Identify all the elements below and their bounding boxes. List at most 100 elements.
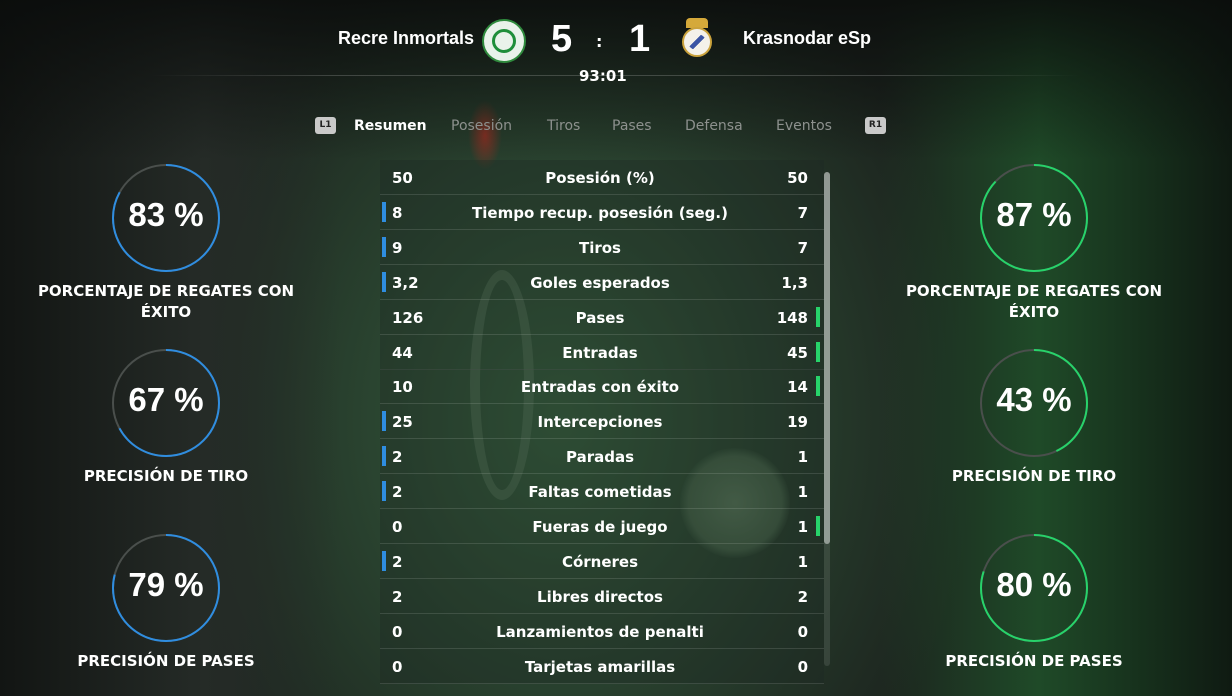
scoreboard-header: Recre Inmortals 5 : 1 Krasnodar eSp 93:0… [0,0,1232,100]
stat-home-value: 0 [392,622,403,641]
away-team-name: Krasnodar eSp [743,28,872,48]
stat-label: Paradas [565,448,635,467]
tab-posesion[interactable]: Posesión [451,118,512,134]
stat-away-value: 19 [787,413,808,432]
stat-away-value: 0 [797,657,808,676]
home-gauge-label: PRECISIÓN DE PASES [77,652,255,670]
stat-row: 0 Fueras de juego 1 [380,509,824,544]
tab-pases[interactable]: Pases [612,118,652,134]
stat-label: Fueras de juego [532,518,668,536]
tab-defensa[interactable]: Defensa [685,118,743,134]
stat-away-value: 1,3 [781,273,808,292]
stat-row: 2 Libres directos 2 [380,578,824,614]
stat-home-value: 9 [392,238,403,257]
stat-label: Tiempo recup. posesión (seg.) [472,203,728,222]
stat-away-value: 7 [797,203,808,222]
away-leader-marker [816,516,820,536]
stat-home-value: 8 [392,203,403,222]
stat-label: Posesión (%) [545,169,655,187]
home-leader-marker [382,411,386,432]
stat-row: 25 Intercepciones 19 [380,404,824,440]
away-leader-marker [816,341,820,362]
tab-resumen[interactable]: Resumen [354,118,427,134]
home-gauge-value: 79 % [128,566,204,603]
home-gauge-label: PRECISIÓN DE TIRO [83,467,249,485]
stat-away-value: 45 [787,343,808,362]
stat-row: 0 Lanzamientos de penalti 0 [380,613,824,649]
stat-label: Córneres [561,552,639,571]
home-leader-marker [382,201,386,222]
home-gauge-label: PORCENTAJE DE REGATES CON ÉXITO [37,282,295,321]
away-gauge-value: 80 % [996,566,1072,603]
stat-row: 2 Faltas cometidas 1 [380,474,824,510]
home-gauge: 79 % [111,533,221,643]
stat-row: 44 Entradas 45 [380,334,824,370]
stat-row: 2 Paradas 1 [380,439,824,475]
away-gauge-value: 87 % [996,196,1072,233]
stat-row: 9 Tiros 7 [380,229,824,265]
score-separator: : [596,32,603,51]
stat-away-value: 0 [797,622,808,641]
away-leader-marker [816,376,820,397]
away-gauge-label: PORCENTAJE DE REGATES CON ÉXITO [905,282,1163,321]
away-gauge-value: 43 % [996,381,1072,418]
stat-label: Lanzamientos de penalti [496,622,704,641]
stat-home-value: 44 [392,343,413,362]
stat-row: 2 Córneres 1 [380,543,824,579]
stat-away-value: 50 [787,169,808,187]
stat-label: Faltas cometidas [528,483,672,502]
stat-row: 8 Tiempo recup. posesión (seg.) 7 [380,194,824,230]
stat-home-value: 25 [392,413,413,432]
stat-row: 10 Entradas con éxito 14 [380,369,824,405]
celtic-crest-icon [482,19,526,63]
stat-label: Tarjetas amarillas [524,657,676,676]
stat-row: 50 Posesión (%) 50 [380,160,824,195]
stat-label: Pases [575,308,625,327]
home-leader-marker [382,481,386,502]
stat-home-value: 2 [392,552,403,571]
real-madrid-crest-icon [680,18,714,64]
stats-scrollbar-thumb[interactable] [824,172,830,544]
l1-button-hint-icon[interactable]: L1 [315,117,336,134]
stat-home-value: 10 [392,378,413,397]
away-leader-marker [816,306,820,327]
stat-home-value: 2 [392,483,403,502]
away-gauge: 80 % [979,533,1089,643]
stat-label: Entradas con éxito [520,378,680,397]
home-score: 5 [551,18,573,60]
away-gauge-label: PRECISIÓN DE TIRO [951,467,1117,485]
r1-button-hint-icon[interactable]: R1 [865,117,886,134]
stat-home-value: 0 [392,518,403,536]
stat-label: Goles esperados [530,273,670,292]
tab-tiros[interactable]: Tiros [547,118,580,134]
home-leader-marker [382,550,386,571]
away-gauge: 43 % [979,348,1089,458]
home-leader-marker [382,271,386,292]
stat-label: Entradas [562,343,638,362]
stat-home-value: 2 [392,448,403,467]
stat-home-value: 50 [392,169,413,187]
home-gauge: 67 % [111,348,221,458]
stat-away-value: 2 [797,587,808,606]
stat-label: Tiros [578,238,621,257]
stat-label: Libres directos [537,587,663,606]
stat-away-value: 1 [797,483,808,502]
header-divider [150,75,1080,76]
home-gauge: 83 % [111,163,221,273]
match-clock: 93:01 [579,67,627,85]
home-gauge-value: 83 % [128,196,204,233]
stat-away-value: 1 [797,552,808,571]
tab-eventos[interactable]: Eventos [776,118,832,134]
home-gauge-value: 67 % [128,381,204,418]
stat-away-value: 1 [797,518,808,536]
stat-home-value: 126 [392,308,424,327]
away-score: 1 [629,18,651,60]
away-gauge: 87 % [979,163,1089,273]
stat-label: Intercepciones [537,413,663,432]
stat-home-value: 0 [392,657,403,676]
home-leader-marker [382,236,386,257]
stat-away-value: 7 [797,238,808,257]
stat-row: 0 Tarjetas amarillas 0 [380,648,824,684]
away-gauge-label: PRECISIÓN DE PASES [945,652,1123,670]
stat-home-value: 2 [392,587,403,606]
